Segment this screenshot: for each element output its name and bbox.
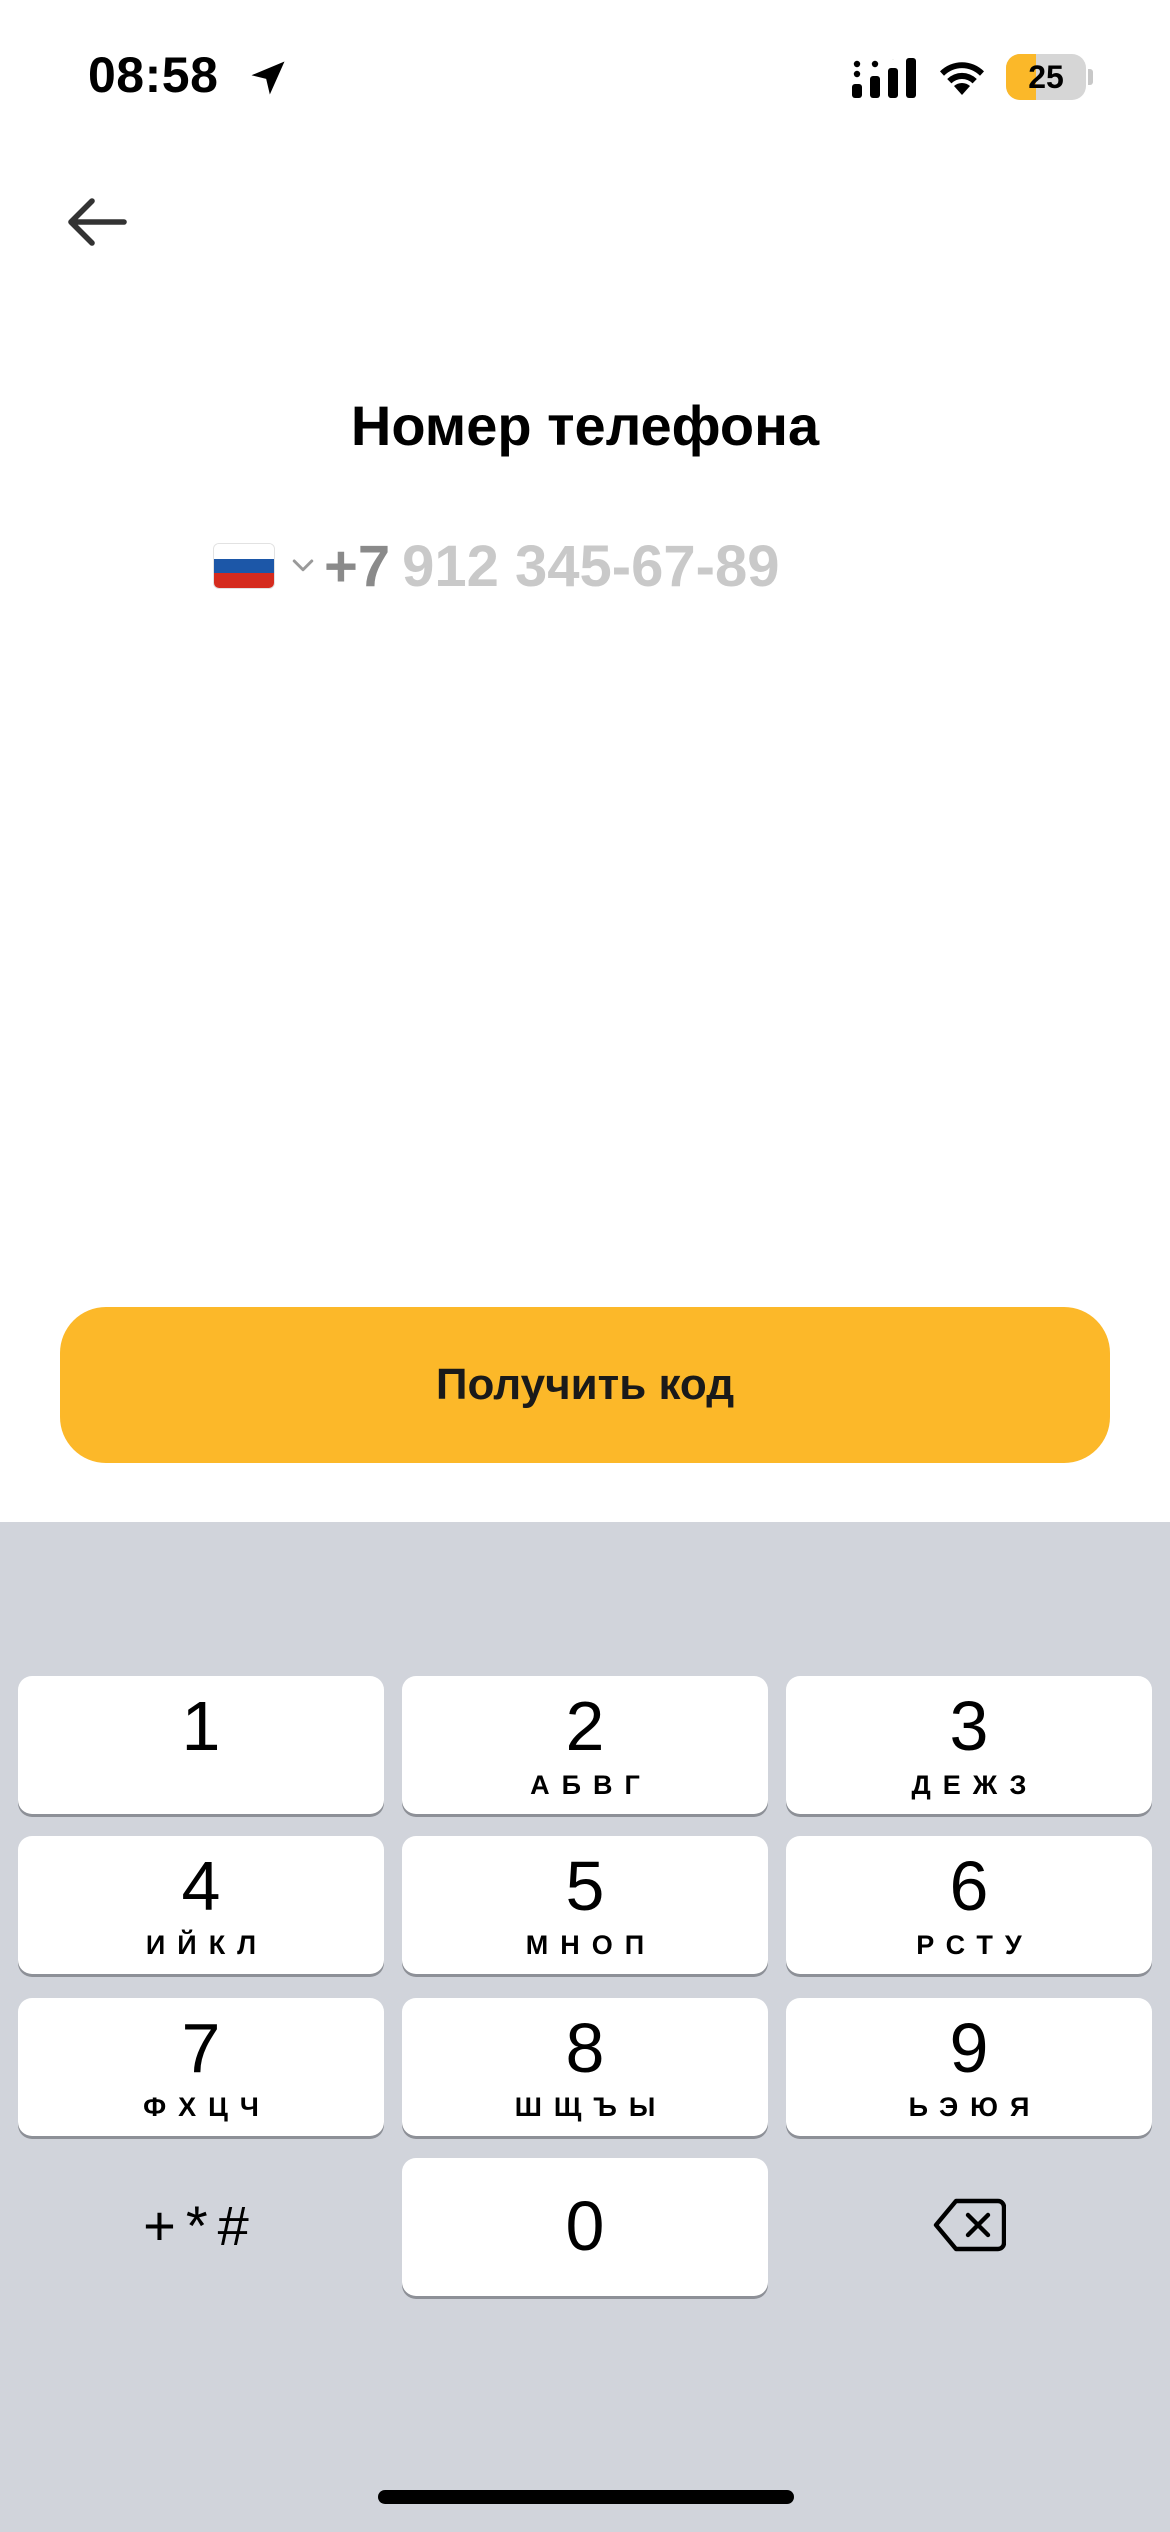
phone-placeholder: 912 345-67-89 xyxy=(402,533,780,599)
battery-indicator: 25 xyxy=(1006,54,1093,100)
home-indicator xyxy=(378,2490,794,2504)
battery-percent: 25 xyxy=(1028,59,1064,95)
numeric-keypad: 1 2 АБВГ 3 ДЕЖЗ 4 ИЙКЛ 5 МНОП 6 РСТУ 7 Ф… xyxy=(0,1522,1170,2532)
key-0[interactable]: 0 xyxy=(402,2158,768,2296)
key-5[interactable]: 5 МНОП xyxy=(402,1836,768,1974)
key-4[interactable]: 4 ИЙКЛ xyxy=(18,1836,384,1974)
symbols-label: +*# xyxy=(143,2193,259,2257)
wifi-icon xyxy=(940,62,984,95)
key-8[interactable]: 8 ШЩЪЫ xyxy=(402,1998,768,2136)
back-button[interactable] xyxy=(54,180,138,264)
backspace-icon xyxy=(933,2198,1006,2252)
phone-field: +7 912 345-67-89 xyxy=(214,528,779,604)
phone-login-screen: 08:58 25 Номер телефона +7 912 345-67-89… xyxy=(0,0,1170,2532)
key-1[interactable]: 1 xyxy=(18,1676,384,1814)
delete-key[interactable] xyxy=(786,2156,1152,2294)
arrow-left-icon xyxy=(68,198,127,246)
status-time: 08:58 xyxy=(88,47,219,103)
key-6[interactable]: 6 РСТУ xyxy=(786,1836,1152,1974)
key-3[interactable]: 3 ДЕЖЗ xyxy=(786,1676,1152,1814)
cellular-signal-icon xyxy=(852,58,916,98)
chevron-down-icon[interactable] xyxy=(288,551,318,581)
get-code-button[interactable]: Получить код xyxy=(60,1307,1110,1463)
country-code: +7 xyxy=(324,533,391,599)
phone-input[interactable]: +7 912 345-67-89 xyxy=(324,533,779,600)
key-9[interactable]: 9 ЬЭЮЯ xyxy=(786,1998,1152,2136)
location-arrow-icon xyxy=(251,61,285,95)
key-7[interactable]: 7 ФХЦЧ xyxy=(18,1998,384,2136)
symbols-key[interactable]: +*# xyxy=(18,2156,384,2294)
page-title: Номер телефона xyxy=(350,394,820,457)
russia-flag-icon[interactable] xyxy=(214,544,274,588)
key-2[interactable]: 2 АБВГ xyxy=(402,1676,768,1814)
status-bar: 08:58 25 xyxy=(0,0,1170,150)
